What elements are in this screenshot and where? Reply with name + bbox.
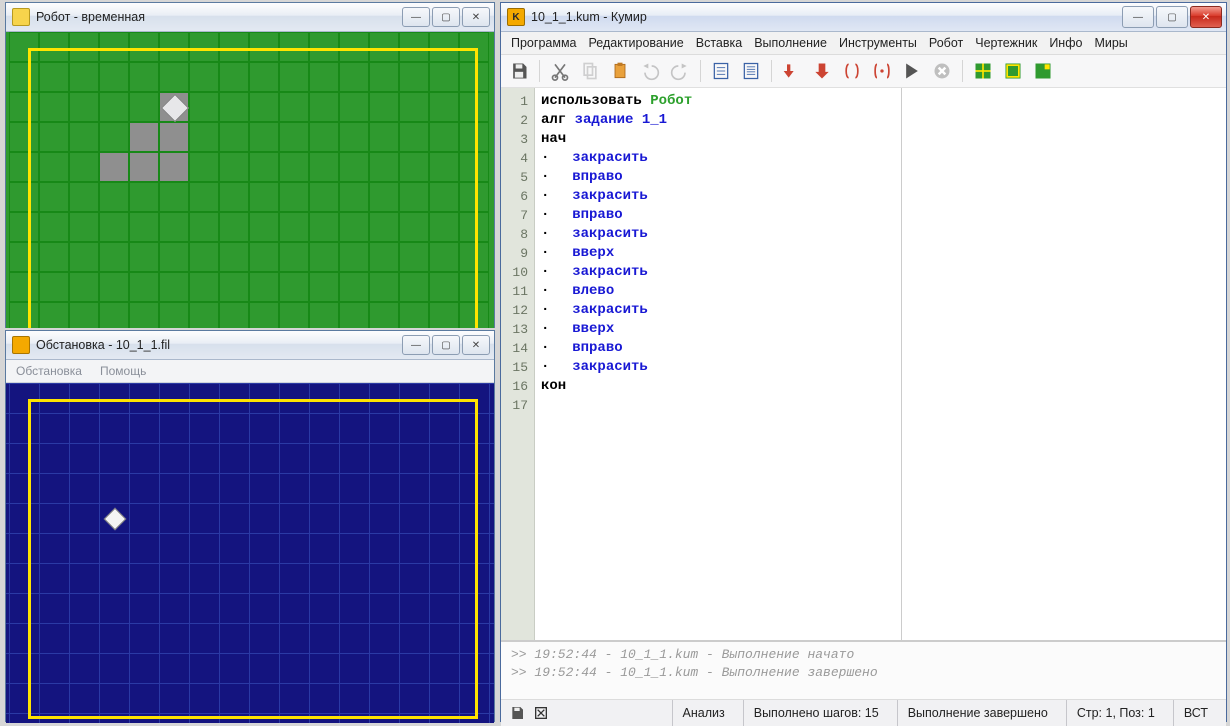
kumir-app-icon: K [507, 8, 525, 26]
menu-item[interactable]: Программа [511, 36, 577, 50]
page-lines-icon[interactable] [709, 59, 733, 83]
menu-item[interactable]: Редактирование [589, 36, 684, 50]
kumir-menubar: Программа Редактирование Вставка Выполнение… [501, 32, 1226, 55]
status-state: Выполнение завершено [897, 700, 1058, 726]
kumir-titlebar[interactable]: K 10_1_1.kum - Кумир — ▢ ✕ [501, 3, 1226, 32]
robot-app-icon [12, 8, 30, 26]
minimize-button[interactable]: — [402, 335, 430, 355]
code-editor[interactable]: 1234567891011121314151617 использовать Р… [501, 88, 902, 640]
cursor-run-icon[interactable] [900, 59, 924, 83]
robot-title-text: Робот - временная [36, 10, 402, 24]
maximize-button[interactable]: ▢ [1156, 6, 1188, 28]
side-pane [902, 88, 1226, 640]
menu-item[interactable]: Чертежник [975, 36, 1037, 50]
grid-green-dot-icon[interactable] [1031, 59, 1055, 83]
env-app-icon [12, 336, 30, 354]
robot-canvas[interactable] [6, 32, 494, 328]
cut-icon[interactable] [548, 59, 572, 83]
env-canvas[interactable] [6, 383, 494, 723]
grid-green-border-icon[interactable] [1001, 59, 1025, 83]
status-pos: Стр: 1, Поз: 1 [1066, 700, 1165, 726]
maximize-button[interactable]: ▢ [432, 7, 460, 27]
code-area[interactable]: использовать Роботалг задание 1_1нач· за… [535, 88, 901, 640]
undo-icon[interactable] [638, 59, 662, 83]
kumir-window: K 10_1_1.kum - Кумир — ▢ ✕ Программа Реда… [500, 2, 1227, 722]
env-menubar: Обстановка Помощь [6, 360, 494, 383]
menu-item[interactable]: Миры [1094, 36, 1127, 50]
run-red-down2-icon[interactable] [810, 59, 834, 83]
robot-titlebar[interactable]: Робот - временная — ▢ ✕ [6, 3, 494, 32]
status-steps: Выполнено шагов: 15 [743, 700, 889, 726]
status-bar: Анализ Выполнено шагов: 15 Выполнение за… [501, 699, 1226, 726]
env-titlebar[interactable]: Обстановка - 10_1_1.fil — ▢ ✕ [6, 331, 494, 360]
close-button[interactable]: ✕ [462, 335, 490, 355]
line-gutter: 1234567891011121314151617 [501, 88, 535, 640]
cancel-status-icon[interactable] [533, 705, 549, 721]
kumir-title-text: 10_1_1.kum - Кумир [531, 10, 1122, 24]
maximize-button[interactable]: ▢ [432, 335, 460, 355]
stop-icon[interactable] [930, 59, 954, 83]
close-button[interactable]: ✕ [462, 7, 490, 27]
run-red-down-icon[interactable] [780, 59, 804, 83]
save-icon[interactable] [507, 59, 531, 83]
close-button[interactable]: ✕ [1190, 6, 1222, 28]
redo-icon[interactable] [668, 59, 692, 83]
page-lines2-icon[interactable] [739, 59, 763, 83]
kumir-toolbar [501, 55, 1226, 88]
menu-item[interactable]: Выполнение [754, 36, 827, 50]
minimize-button[interactable]: — [402, 7, 430, 27]
copy-icon[interactable] [578, 59, 602, 83]
grid-green-icon[interactable] [971, 59, 995, 83]
menu-item[interactable]: Помощь [100, 364, 146, 378]
menu-item[interactable]: Инструменты [839, 36, 917, 50]
console-output: >> 19:52:44 - 10_1_1.kum - Выполнение на… [501, 641, 1226, 699]
environment-window: Обстановка - 10_1_1.fil — ▢ ✕ Обстановка… [5, 330, 495, 722]
env-title-text: Обстановка - 10_1_1.fil [36, 338, 402, 352]
menu-item[interactable]: Робот [929, 36, 963, 50]
step-brace-icon[interactable] [840, 59, 864, 83]
minimize-button[interactable]: — [1122, 6, 1154, 28]
menu-item[interactable]: Инфо [1049, 36, 1082, 50]
menu-item[interactable]: Вставка [696, 36, 742, 50]
step-brace2-icon[interactable] [870, 59, 894, 83]
robot-window: Робот - временная — ▢ ✕ [5, 2, 495, 328]
save-status-icon[interactable] [509, 705, 525, 721]
paste-icon[interactable] [608, 59, 632, 83]
status-ins: ВСТ [1173, 700, 1218, 726]
menu-item[interactable]: Обстановка [16, 364, 82, 378]
status-analysis: Анализ [672, 700, 735, 726]
